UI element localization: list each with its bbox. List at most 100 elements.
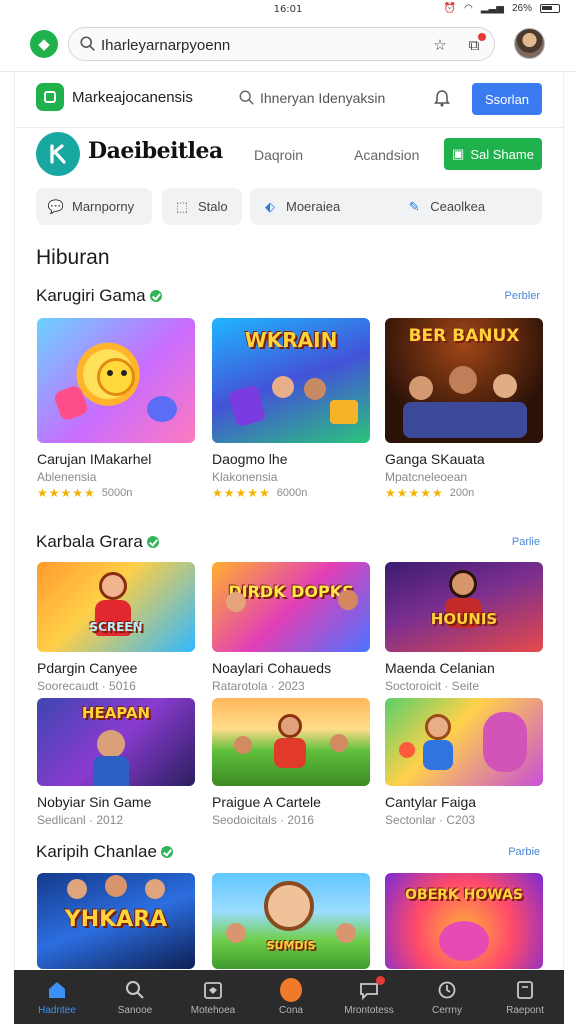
game-thumbnail[interactable]: OBERK HOWAS xyxy=(385,873,543,969)
nav-home[interactable]: Hadntee xyxy=(18,970,96,1024)
game-thumbnail[interactable]: YHKARA xyxy=(37,873,195,969)
game-title[interactable]: Daogmo lhe xyxy=(212,451,370,467)
game-title[interactable]: Ganga SKauata xyxy=(385,451,543,467)
nav-games[interactable]: Motehoea xyxy=(174,970,252,1024)
game-card[interactable]: OBERK HOWAS xyxy=(385,873,543,969)
game-card[interactable]: YHKARA xyxy=(37,873,195,969)
battery-icon xyxy=(540,4,560,13)
tabs-icon[interactable]: ⧉ xyxy=(464,33,486,55)
game-subtitle: Soctoroicit · Seite xyxy=(385,679,480,693)
verified-icon xyxy=(160,846,173,858)
nav-label: Cona xyxy=(279,1004,303,1016)
chat-icon: 💬 xyxy=(47,198,65,214)
page-heading: Hiburan xyxy=(36,246,110,269)
game-thumbnail[interactable]: BER BANUX xyxy=(385,318,543,443)
search-icon[interactable] xyxy=(238,89,256,107)
browser-logo-icon[interactable]: ◆ xyxy=(30,30,58,58)
web-page: Markeajocanensis Ihneryan Idenyaksin Sso… xyxy=(14,72,564,970)
game-card[interactable]: HOUNIS Maenda Celanian Soctoroicit · Sei… xyxy=(385,562,543,693)
site-header: Markeajocanensis Ihneryan Idenyaksin Sso… xyxy=(14,72,564,128)
game-card[interactable]: Carujan IMakarhel Ablenensia ★★★★★ 5000n xyxy=(37,318,195,500)
game-title[interactable]: Carujan IMakarhel xyxy=(37,451,195,467)
game-thumbnail[interactable] xyxy=(37,318,195,443)
chip-label: Marnporny xyxy=(72,199,135,214)
url-text[interactable]: Iharleyarnarpyoenn xyxy=(101,37,230,54)
battery-percent: 26% xyxy=(511,3,532,14)
game-art-label: HOUNIS xyxy=(430,610,498,628)
game-art-label: WKRAIN xyxy=(244,328,338,352)
brand-name[interactable]: Daeibeitlea xyxy=(88,138,223,164)
chip-label[interactable]: Moeraiea xyxy=(286,199,340,214)
game-subtitle: Seodoicitals · 2016 xyxy=(212,813,315,827)
nav-search[interactable]: Sanooe xyxy=(96,970,174,1024)
brand-logo-icon[interactable] xyxy=(36,132,80,176)
game-art-label: OBERK HOWAS xyxy=(405,887,523,903)
game-title[interactable]: Cantylar Faiga xyxy=(385,794,543,810)
section-title-text: Karipih Chanlae xyxy=(36,842,157,861)
game-art-label: SCREEN xyxy=(89,620,143,634)
site-logo-icon[interactable] xyxy=(36,83,64,111)
notification-badge xyxy=(376,975,385,985)
history-icon xyxy=(436,979,458,1001)
game-card[interactable]: WKRAIN Daogmo lhe Klakonensia ★★★★★ 6000… xyxy=(212,318,370,500)
game-subtitle: Klakonensia xyxy=(212,470,278,484)
alarm-icon: ⏰ xyxy=(443,3,457,14)
game-art-label: SUMDIS xyxy=(266,939,316,952)
rating-count: 5000n xyxy=(101,487,133,499)
chip-label: Stalo xyxy=(198,199,228,214)
game-thumbnail[interactable] xyxy=(385,698,543,786)
game-card[interactable]: Cantylar Faiga Sectonlar · C203 xyxy=(385,698,543,827)
nav-link-2[interactable]: Acandsion xyxy=(354,147,419,163)
chip-stalo[interactable]: ⬚ Stalo xyxy=(162,188,242,225)
site-search-input[interactable]: Ihneryan Idenyaksin xyxy=(260,90,385,106)
game-subtitle: Sedlicanl · 2012 xyxy=(37,813,124,827)
game-thumbnail[interactable]: SUMDIS xyxy=(212,873,370,969)
game-card[interactable]: DIRDK DOPKS Noaylari Cohaueds Ratarotola… xyxy=(212,562,370,693)
game-art-label: YHKARA xyxy=(64,907,168,932)
game-title[interactable]: Praigue A Cartele xyxy=(212,794,370,810)
game-thumbnail[interactable]: SCREEN xyxy=(37,562,195,652)
game-thumbnail[interactable]: HEAPAN xyxy=(37,698,195,786)
game-title[interactable]: Maenda Celanian xyxy=(385,660,543,676)
nav-history[interactable]: Cerrny xyxy=(408,970,486,1024)
chip-marnporny[interactable]: 💬 Marnporny xyxy=(36,188,152,225)
tabs-badge xyxy=(478,33,486,41)
chip-label[interactable]: Ceaolkea xyxy=(430,199,485,214)
star-rating-icon: ★★★★★ xyxy=(385,486,444,500)
see-all-link[interactable]: Parlie xyxy=(512,536,540,548)
site-name[interactable]: Markeajocanensis xyxy=(72,89,193,106)
status-icons: ⏰ ◠ ▂▃▅ 26% xyxy=(444,3,560,14)
game-thumbnail[interactable] xyxy=(212,698,370,786)
search-icon xyxy=(80,36,95,51)
cta-button[interactable]: ▣ Sal Shame xyxy=(444,138,542,170)
address-bar[interactable]: Iharleyarnarpyoenn ☆ ⧉ xyxy=(68,27,495,61)
tag-icon[interactable]: ⬖ xyxy=(262,199,278,215)
game-title[interactable]: Noaylari Cohaueds xyxy=(212,660,370,676)
game-card[interactable]: SCREEN Pdargin Canyee Soorecaudt · 5016 xyxy=(37,562,195,693)
game-title[interactable]: Nobyiar Sin Game xyxy=(37,794,195,810)
see-all-link[interactable]: Parbie xyxy=(508,846,540,858)
see-all-link[interactable]: Perbler xyxy=(505,290,540,302)
address-bar-actions: ☆ ⧉ xyxy=(430,33,486,55)
bottom-navigation: Hadntee Sanooe Motehoea Cona Mrontotess … xyxy=(14,970,564,1024)
nav-link-1[interactable]: Daqroin xyxy=(254,147,303,163)
game-thumbnail[interactable]: DIRDK DOPKS xyxy=(212,562,370,652)
nav-report[interactable]: Raepont xyxy=(486,970,564,1024)
pencil-icon[interactable]: ✎ xyxy=(406,199,422,215)
game-rating: ★★★★★ 5000n xyxy=(37,486,195,500)
game-thumbnail[interactable]: HOUNIS xyxy=(385,562,543,652)
game-thumbnail[interactable]: WKRAIN xyxy=(212,318,370,443)
game-card[interactable]: SUMDIS xyxy=(212,873,370,969)
game-card[interactable]: BER BANUX Ganga SKauata Mpatcneleoean ★★… xyxy=(385,318,543,500)
game-card[interactable]: Praigue A Cartele Seodoicitals · 2016 xyxy=(212,698,370,827)
star-icon[interactable]: ☆ xyxy=(430,35,450,55)
nav-messages[interactable]: Mrontotess xyxy=(330,970,408,1024)
game-card[interactable]: HEAPAN Nobyiar Sin Game Sedlicanl · 2012 xyxy=(37,698,195,827)
nav-cona[interactable]: Cona xyxy=(252,970,330,1024)
signin-button[interactable]: Ssorlan xyxy=(472,83,542,115)
section-title: Karugiri Gama xyxy=(36,286,162,306)
bell-icon[interactable] xyxy=(432,88,452,108)
profile-avatar[interactable] xyxy=(514,28,545,59)
game-subtitle: Ablenensia xyxy=(37,470,97,484)
game-title[interactable]: Pdargin Canyee xyxy=(37,660,195,676)
